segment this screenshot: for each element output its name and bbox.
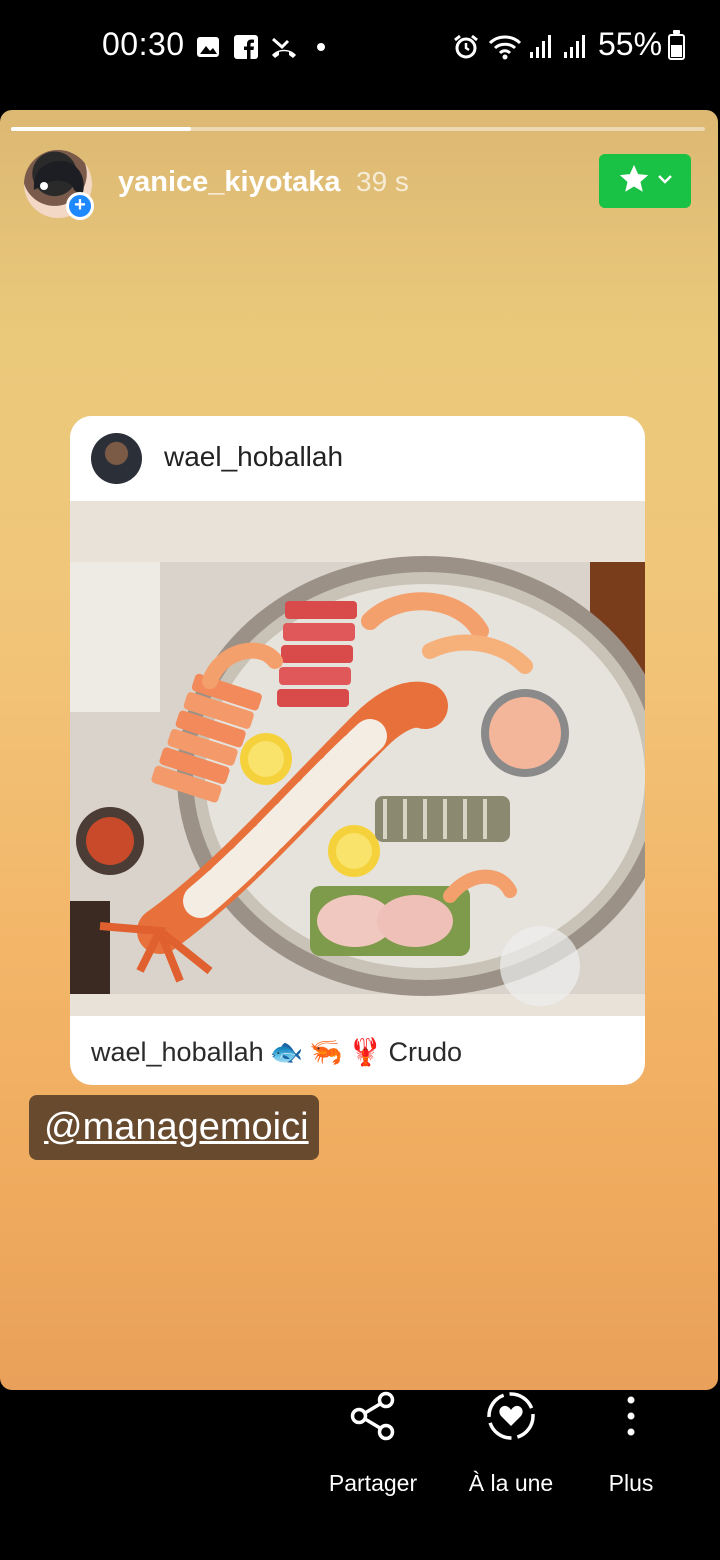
story-time-ago: 39 s [356, 166, 409, 197]
highlight-label: À la une [468, 1470, 554, 1496]
status-time: 00:30 [102, 26, 185, 62]
wifi-icon [488, 34, 522, 60]
chevron-down-icon [657, 172, 673, 190]
caption-username[interactable]: wael_hoballah [91, 1037, 264, 1068]
alarm-icon [453, 34, 479, 60]
facebook-icon [234, 34, 258, 60]
battery-percent: 55% [598, 26, 663, 62]
caption-text: Crudo [388, 1036, 463, 1067]
battery-level [671, 44, 682, 57]
signal-icon [562, 34, 586, 60]
post-caption: wael_hoballah 🐟 🦐 🦞 Crudo [91, 1036, 462, 1068]
more-vertical-icon [625, 1390, 637, 1447]
fish-emoji-icon: 🐟 [269, 1037, 304, 1067]
mention-sticker[interactable]: @managemoici [29, 1095, 319, 1160]
add-story-icon[interactable]: + [66, 192, 94, 220]
shared-post-card[interactable]: wael_hoballah wael_hoballah 🐟 🦐 🦞 Crudo [70, 416, 645, 1085]
star-icon [617, 162, 651, 201]
missed-call-icon [270, 34, 298, 60]
gallery-icon [196, 34, 220, 60]
story-username[interactable]: yanice_kiyotaka [118, 166, 340, 199]
post-author-name[interactable]: wael_hoballah [164, 441, 343, 473]
shrimp-emoji-icon: 🦐 [309, 1037, 343, 1067]
more-label: Plus [608, 1470, 654, 1496]
signal-icon [528, 34, 552, 60]
post-photo[interactable] [70, 501, 645, 1016]
story-progress-bar [11, 127, 705, 131]
notification-dot-icon [316, 34, 326, 60]
battery-icon [668, 30, 685, 60]
favorite-button[interactable] [599, 154, 691, 208]
status-bar: 00:30 55% [0, 0, 720, 96]
story-viewer[interactable]: + yanice_kiyotaka 39 s wael_hoballah wae… [0, 110, 718, 1390]
story-progress-fill [11, 127, 192, 131]
post-author-avatar[interactable] [91, 433, 142, 484]
highlight-heart-icon [485, 1390, 537, 1447]
story-actions-bar: Partager À la une Plus [0, 1390, 720, 1560]
share-icon [349, 1390, 397, 1447]
lobster-emoji-icon: 🦞 [348, 1037, 383, 1067]
post-header: wael_hoballah [70, 416, 645, 501]
share-label: Partager [328, 1470, 418, 1496]
